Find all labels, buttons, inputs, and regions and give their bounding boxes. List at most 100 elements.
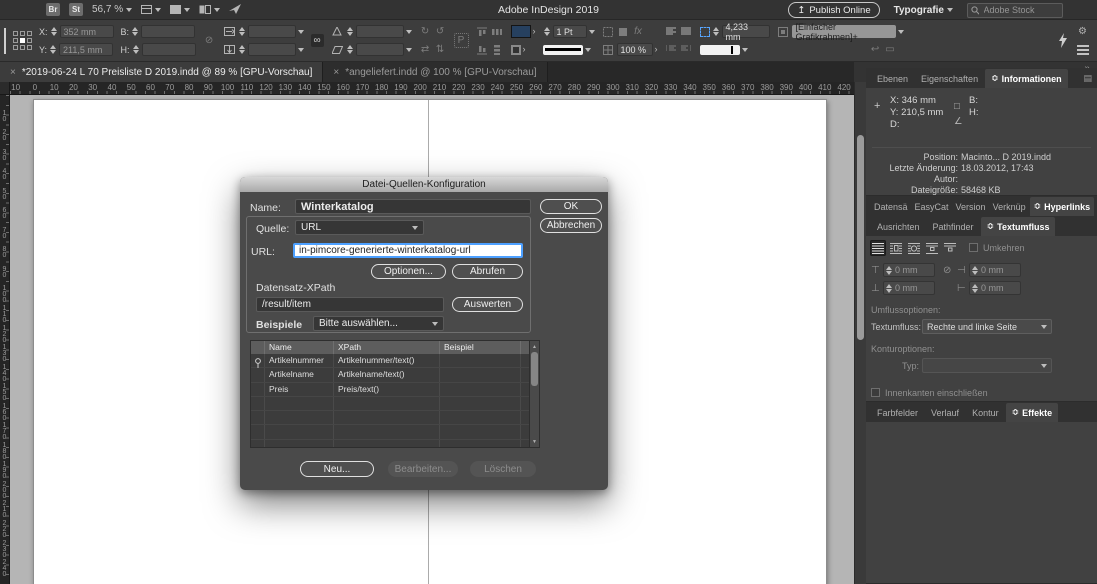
optionen-button[interactable]: Optionen... bbox=[371, 264, 446, 279]
tab-textumfluss[interactable]: ≎Textumfluss bbox=[981, 217, 1056, 236]
align-left-text-icon[interactable] bbox=[665, 25, 678, 38]
textumfluss-dropdown[interactable]: Rechte und linke Seite bbox=[922, 319, 1052, 334]
scrollbar-thumb[interactable] bbox=[531, 352, 538, 386]
gpu-rocket-icon[interactable] bbox=[229, 4, 242, 15]
wrap-bounding-box-button[interactable] bbox=[888, 240, 904, 256]
offset-right-field[interactable]: 0 mm bbox=[969, 263, 1021, 277]
scale-y-stepper[interactable] bbox=[238, 44, 246, 56]
close-icon[interactable]: × bbox=[10, 67, 16, 78]
corner-flyout-icon[interactable]: › bbox=[655, 45, 658, 54]
scroll-down-icon[interactable]: ▼ bbox=[530, 436, 539, 447]
frame-fitting-icon[interactable] bbox=[617, 25, 630, 38]
reference-point-proxy[interactable] bbox=[13, 31, 32, 50]
y-stepper[interactable] bbox=[49, 44, 57, 56]
fill-color-swatch[interactable] bbox=[511, 25, 531, 38]
offset-bottom-field[interactable]: 0 mm bbox=[883, 281, 935, 295]
tab-hyperlinks[interactable]: ≎Hyperlinks bbox=[1030, 197, 1095, 216]
panel-menu-icon[interactable] bbox=[1077, 45, 1089, 55]
constrain-proportions-icon[interactable]: ⊘ bbox=[203, 34, 216, 47]
distribute-vertical-icon[interactable] bbox=[491, 43, 504, 56]
scrollbar-thumb[interactable] bbox=[857, 135, 864, 340]
tab-pathfinder[interactable]: Pathfinder bbox=[927, 217, 980, 236]
ok-button[interactable]: OK bbox=[540, 199, 602, 214]
tab-verknuepfungen[interactable]: Verknüp bbox=[990, 197, 1029, 216]
width-field[interactable] bbox=[141, 25, 195, 38]
scale-x-field[interactable] bbox=[248, 25, 296, 38]
wrap-none-button[interactable] bbox=[870, 240, 886, 256]
url-input[interactable] bbox=[293, 243, 523, 258]
bearbeiten-button[interactable]: Bearbeiten... bbox=[388, 461, 458, 477]
tab-version[interactable]: Version bbox=[953, 197, 989, 216]
flip-horizontal-icon[interactable]: ⇄ bbox=[419, 43, 432, 56]
rotation-stepper[interactable] bbox=[346, 26, 354, 38]
auswerten-button[interactable]: Auswerten bbox=[452, 297, 523, 312]
vertical-scrollbar[interactable] bbox=[854, 82, 866, 584]
clear-overrides-icon[interactable]: ▭ bbox=[884, 43, 897, 56]
tab-eigenschaften[interactable]: Eigenschaften bbox=[915, 69, 984, 88]
distribute-horizontal-icon[interactable] bbox=[491, 25, 504, 38]
effects-fx-icon[interactable]: fx bbox=[632, 25, 645, 38]
offset-top-field[interactable]: 0 mm bbox=[883, 263, 935, 277]
table-row[interactable] bbox=[251, 397, 539, 411]
search-input[interactable] bbox=[982, 4, 1059, 16]
tab-effekte[interactable]: ≎Effekte bbox=[1006, 403, 1059, 422]
table-scrollbar[interactable]: ▲ ▼ bbox=[529, 341, 539, 447]
shear-stepper[interactable] bbox=[346, 44, 354, 56]
align-top-icon[interactable] bbox=[476, 25, 489, 38]
stroke-weight-stepper[interactable] bbox=[543, 26, 551, 38]
ruler-origin-corner[interactable] bbox=[0, 82, 10, 95]
typ-dropdown[interactable] bbox=[922, 358, 1052, 373]
y-position-field[interactable]: 211,5 mm bbox=[59, 43, 113, 56]
beispiele-dropdown[interactable]: Bitte auswählen... bbox=[313, 316, 444, 331]
table-row[interactable] bbox=[251, 440, 539, 448]
panel-menu-icon[interactable]: ▤ bbox=[1083, 74, 1092, 83]
rotation-field[interactable] bbox=[356, 25, 404, 38]
shear-field[interactable] bbox=[356, 43, 404, 56]
corner-size-field[interactable]: 100 % bbox=[617, 43, 653, 56]
stock-button[interactable]: St bbox=[69, 3, 83, 16]
table-row[interactable]: Artikelname Artikelname/text() bbox=[251, 368, 539, 382]
header-xpath[interactable]: XPath bbox=[334, 341, 440, 354]
vertical-ruler[interactable]: 0102030405060708090100110120130140150160… bbox=[0, 95, 10, 584]
innenkanten-checkbox[interactable] bbox=[871, 388, 880, 397]
document-tab-inactive[interactable]: × *angeliefert.indd @ 100 % [GPU-Vorscha… bbox=[323, 62, 547, 82]
table-row[interactable]: Artikelnummer Artikelnummer/text() bbox=[251, 354, 539, 368]
link-scale-icon[interactable]: ∞ bbox=[311, 34, 324, 47]
lightning-gpu-icon[interactable] bbox=[1056, 34, 1069, 47]
swatch-dropdown[interactable] bbox=[700, 45, 740, 55]
stroke-style-dropdown[interactable] bbox=[543, 45, 583, 55]
tab-informationen[interactable]: ≎Informationen bbox=[985, 69, 1068, 88]
scale-x-stepper[interactable] bbox=[238, 26, 246, 38]
fill-flyout-icon[interactable]: › bbox=[533, 27, 536, 36]
workspace-switcher[interactable]: Typografie bbox=[894, 5, 953, 16]
width-stepper[interactable] bbox=[131, 26, 139, 38]
gap-stepper[interactable] bbox=[712, 26, 720, 38]
rotate-cw-icon[interactable]: ↻ bbox=[419, 25, 432, 38]
align-bottom-icon[interactable] bbox=[476, 43, 489, 56]
table-row[interactable] bbox=[251, 425, 539, 439]
rotate-ccw-icon[interactable]: ↺ bbox=[434, 25, 447, 38]
scale-y-field[interactable] bbox=[248, 43, 296, 56]
stroke-weight-field[interactable]: 1 Pt bbox=[553, 25, 587, 38]
x-position-field[interactable]: 352 mm bbox=[60, 25, 114, 38]
abrufen-button[interactable]: Abrufen bbox=[452, 264, 523, 279]
tab-kontur[interactable]: Kontur bbox=[966, 403, 1005, 422]
zoom-level-dropdown[interactable]: 56,7 % bbox=[92, 4, 132, 15]
tab-ebenen[interactable]: Ebenen bbox=[871, 69, 914, 88]
view-options-dropdown[interactable] bbox=[141, 5, 161, 15]
tab-farbfelder[interactable]: Farbfelder bbox=[871, 403, 924, 422]
close-icon[interactable]: × bbox=[333, 67, 339, 78]
dialog-titlebar[interactable]: Datei-Quellen-Konfiguration bbox=[240, 177, 608, 192]
publish-online-button[interactable]: ↥ Publish Online bbox=[788, 2, 879, 18]
header-beispiel[interactable]: Beispiel bbox=[440, 341, 521, 354]
arrange-documents-dropdown[interactable] bbox=[199, 5, 220, 15]
document-tab-active[interactable]: × *2019-06-24 L 70 Preisliste D 2019.ind… bbox=[0, 62, 323, 82]
abbrechen-button[interactable]: Abbrechen bbox=[540, 218, 602, 233]
object-style-dropdown[interactable]: [Einfacher Grafikrahmen]+ bbox=[792, 25, 896, 38]
table-row[interactable] bbox=[251, 411, 539, 425]
corner-options-icon[interactable] bbox=[602, 25, 615, 38]
xpath-field[interactable]: /result/item bbox=[256, 297, 444, 312]
indent-left-icon[interactable] bbox=[665, 43, 678, 56]
height-field[interactable] bbox=[142, 43, 196, 56]
gear-icon[interactable]: ⚙ bbox=[1076, 25, 1089, 38]
